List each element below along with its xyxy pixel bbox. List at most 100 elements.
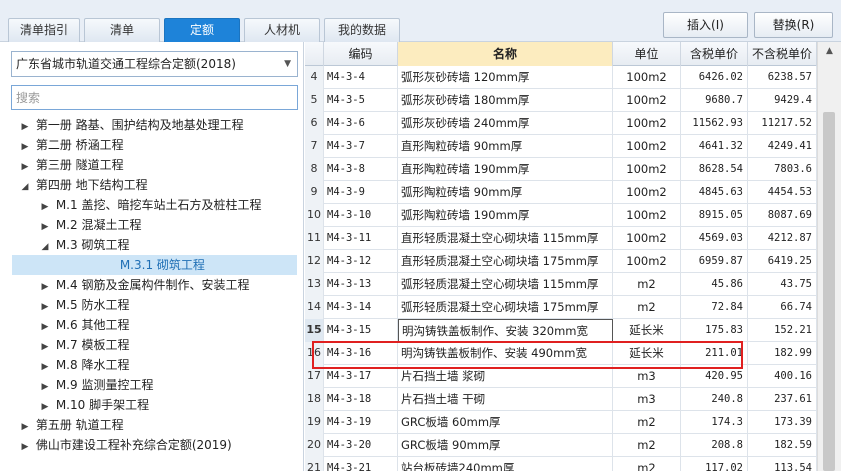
expand-icon[interactable]: ▶	[18, 417, 32, 437]
row-number[interactable]: 12	[305, 250, 324, 273]
cell-price-notax[interactable]: 9429.4	[748, 89, 817, 112]
cell-price-notax[interactable]: 11217.52	[748, 112, 817, 135]
table-row[interactable]: 10 M4-3-10 弧形陶粒砖墙 190mm厚 100m2 8915.05 8087.6…	[305, 204, 817, 227]
cell-price-notax[interactable]: 4454.53	[748, 181, 817, 204]
table-row[interactable]: 6 M4-3-6 弧形灰砂砖墙 240mm厚 100m2 11562.93 11217.5…	[305, 112, 817, 135]
expand-icon[interactable]: ▶	[38, 297, 52, 317]
collapse-icon[interactable]: ◢	[38, 237, 52, 257]
cell-price-notax[interactable]: 182.99	[748, 342, 817, 365]
cell-code[interactable]: M4-3-5	[324, 89, 398, 112]
cell-price-notax[interactable]: 66.74	[748, 296, 817, 319]
cell-price-notax[interactable]: 237.61	[748, 388, 817, 411]
table-row[interactable]: 21 M4-3-21 站台板砖墙240mm厚 m2 117.02 113.54	[305, 457, 817, 471]
cell-unit[interactable]: m2	[613, 434, 681, 457]
cell-price-tax[interactable]: 174.3	[681, 411, 748, 434]
cell-price-tax[interactable]: 72.84	[681, 296, 748, 319]
tree-node[interactable]: ▶ M.9 监测量控工程	[38, 375, 154, 395]
expand-icon[interactable]: ▶	[38, 217, 52, 237]
cell-unit[interactable]: 延长米	[613, 342, 681, 365]
tab-1[interactable]: 清单	[84, 18, 160, 42]
library-select[interactable]: 广东省城市轨道交通工程综合定额(2018) ▼	[11, 51, 298, 77]
cell-price-notax[interactable]: 400.16	[748, 365, 817, 388]
cell-code[interactable]: M4-3-14	[324, 296, 398, 319]
cell-price-tax[interactable]: 420.95	[681, 365, 748, 388]
cell-price-notax[interactable]: 152.21	[748, 319, 817, 342]
cell-price-tax[interactable]: 211.01	[681, 342, 748, 365]
row-number[interactable]: 6	[305, 112, 324, 135]
expand-icon[interactable]: ▶	[38, 277, 52, 297]
tree-node[interactable]: ▶ M.5 防水工程	[38, 295, 130, 317]
table-row[interactable]: 19 M4-3-19 GRC板墙 60mm厚 m2 174.3 173.39	[305, 411, 817, 434]
row-number[interactable]: 20	[305, 434, 324, 457]
cell-price-tax[interactable]: 117.02	[681, 457, 748, 471]
cell-code[interactable]: M4-3-12	[324, 250, 398, 273]
cell-price-tax[interactable]: 45.86	[681, 273, 748, 296]
row-number[interactable]: 5	[305, 89, 324, 112]
cell-name[interactable]: GRC板墙 60mm厚	[398, 411, 613, 434]
cell-price-tax[interactable]: 8915.05	[681, 204, 748, 227]
row-number[interactable]: 15	[305, 319, 324, 342]
row-number[interactable]: 18	[305, 388, 324, 411]
row-number[interactable]: 14	[305, 296, 324, 319]
header-price-tax[interactable]: 含税单价	[681, 42, 748, 66]
row-number[interactable]: 7	[305, 135, 324, 158]
tree-node[interactable]: ▶ 佛山市建设工程补充综合定额(2019)	[18, 435, 232, 455]
cell-code[interactable]: M4-3-17	[324, 365, 398, 388]
tree-node[interactable]: ▶ 第一册 路基、围护结构及地基处理工程	[18, 115, 244, 135]
cell-name[interactable]: 弧形陶粒砖墙 90mm厚	[398, 181, 613, 204]
row-number[interactable]: 11	[305, 227, 324, 250]
tab-3[interactable]: 人材机	[244, 18, 320, 42]
cell-code[interactable]: M4-3-15	[324, 319, 398, 342]
cell-price-tax[interactable]: 6959.87	[681, 250, 748, 273]
cell-unit[interactable]: 100m2	[613, 89, 681, 112]
insert-button[interactable]: 插入(I)	[663, 12, 748, 38]
cell-unit[interactable]: 100m2	[613, 158, 681, 181]
cell-name[interactable]: 直形陶粒砖墙 90mm厚	[398, 135, 613, 158]
cell-name[interactable]: GRC板墙 90mm厚	[398, 434, 613, 457]
table-row[interactable]: 7 M4-3-7 直形陶粒砖墙 90mm厚 100m2 4641.32 4249.41	[305, 135, 817, 158]
tree-node[interactable]: ▶ 第二册 桥涵工程	[18, 135, 124, 155]
cell-price-notax[interactable]: 4249.41	[748, 135, 817, 158]
expand-icon[interactable]: ▶	[18, 437, 32, 457]
table-row[interactable]: 5 M4-3-5 弧形灰砂砖墙 180mm厚 100m2 9680.7 9429.4	[305, 89, 817, 112]
cell-code[interactable]: M4-3-19	[324, 411, 398, 434]
cell-price-notax[interactable]: 4212.87	[748, 227, 817, 250]
row-number[interactable]: 9	[305, 181, 324, 204]
cell-price-tax[interactable]: 4569.03	[681, 227, 748, 250]
cell-price-notax[interactable]: 8087.69	[748, 204, 817, 227]
cell-unit[interactable]: m2	[613, 273, 681, 296]
cell-price-tax[interactable]: 9680.7	[681, 89, 748, 112]
row-number[interactable]: 13	[305, 273, 324, 296]
table-row[interactable]: 11 M4-3-11 直形轻质混凝土空心砌块墙 115mm厚 100m2 4569.03…	[305, 227, 817, 250]
cell-code[interactable]: M4-3-4	[324, 66, 398, 89]
expand-icon[interactable]: ▶	[18, 117, 32, 137]
expand-icon[interactable]: ▶	[38, 197, 52, 217]
cell-unit[interactable]: 100m2	[613, 112, 681, 135]
cell-unit[interactable]: m2	[613, 296, 681, 319]
tree-node[interactable]: ▶ M.7 模板工程	[38, 335, 130, 355]
expand-icon[interactable]: ▶	[38, 397, 52, 417]
expand-icon[interactable]: ▶	[38, 357, 52, 377]
row-number[interactable]: 4	[305, 66, 324, 89]
table-row[interactable]: 13 M4-3-13 弧形轻质混凝土空心砌块墙 115mm厚 m2 45.86 43.75	[305, 273, 817, 296]
tree-node[interactable]: ◢ 第四册 地下结构工程	[18, 175, 148, 195]
cell-name[interactable]: 明沟铸铁盖板制作、安装 490mm宽	[398, 342, 613, 365]
cell-unit[interactable]: 100m2	[613, 204, 681, 227]
cell-price-tax[interactable]: 8628.54	[681, 158, 748, 181]
header-name[interactable]: 名称	[398, 42, 613, 66]
cell-unit[interactable]: m2	[613, 411, 681, 434]
expand-icon[interactable]: ▶	[18, 137, 32, 157]
cell-name[interactable]: 弧形灰砂砖墙 180mm厚	[398, 89, 613, 112]
cell-unit[interactable]: 100m2	[613, 135, 681, 158]
cell-name[interactable]: 直形轻质混凝土空心砌块墙 175mm厚	[398, 250, 613, 273]
cell-price-notax[interactable]: 113.54	[748, 457, 817, 471]
cell-unit[interactable]: 100m2	[613, 181, 681, 204]
cell-code[interactable]: M4-3-18	[324, 388, 398, 411]
row-number[interactable]: 19	[305, 411, 324, 434]
table-row[interactable]: 16 M4-3-16 明沟铸铁盖板制作、安装 490mm宽 延长米 211.01 182.…	[305, 342, 817, 365]
cell-code[interactable]: M4-3-16	[324, 342, 398, 365]
table-row[interactable]: 17 M4-3-17 片石挡土墙 浆砌 m3 420.95 400.16	[305, 365, 817, 388]
cell-unit[interactable]: m2	[613, 457, 681, 471]
cell-name[interactable]: 弧形轻质混凝土空心砌块墙 115mm厚	[398, 273, 613, 296]
tree-node[interactable]: ▶ 第三册 隧道工程	[18, 155, 124, 175]
